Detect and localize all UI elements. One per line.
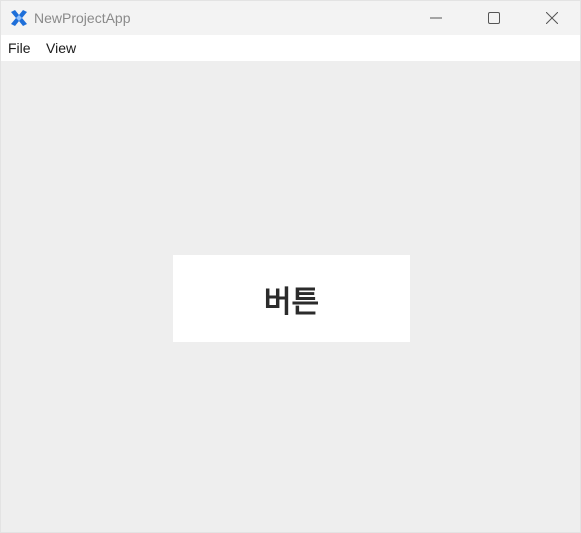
- close-icon: [546, 12, 558, 24]
- menu-item-view[interactable]: View: [46, 40, 76, 56]
- maximize-button[interactable]: [471, 1, 517, 35]
- maximize-icon: [488, 12, 500, 24]
- menu-bar: File View: [1, 35, 580, 61]
- title-bar[interactable]: NewProjectApp: [1, 1, 580, 35]
- app-window: NewProjectApp File View 버튼: [0, 0, 581, 533]
- minimize-icon: [430, 12, 442, 24]
- main-button[interactable]: 버튼: [173, 255, 410, 342]
- main-content: 버튼: [1, 61, 580, 532]
- window-title: NewProjectApp: [34, 10, 131, 26]
- close-button[interactable]: [529, 1, 575, 35]
- minimize-button[interactable]: [413, 1, 459, 35]
- app-logo-icon: [9, 8, 29, 28]
- menu-item-file[interactable]: File: [8, 40, 31, 56]
